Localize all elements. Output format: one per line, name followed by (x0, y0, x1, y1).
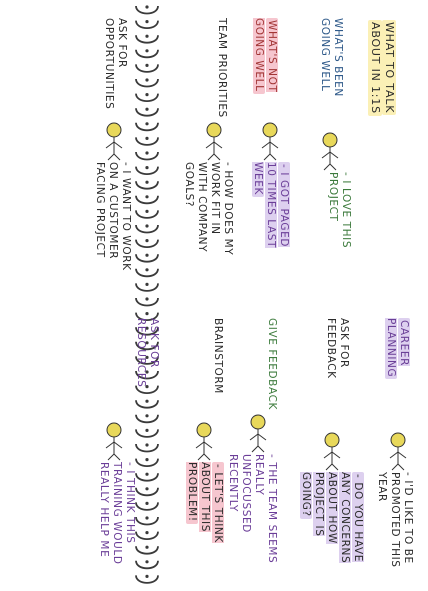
spiral-hole (145, 545, 149, 549)
spiral-hole (145, 516, 149, 520)
spiral-hole (145, 122, 149, 126)
rotated-sheet: What to talk about in 1:1s What's been g… (0, 0, 428, 591)
label-ask-opportunities-visible: Ask for opportunities (103, 18, 128, 110)
spiral-hole (145, 78, 149, 82)
quote-give-feedback: - The team seems really unfocussed recen… (227, 454, 278, 564)
stick-figure-happy-icon (105, 422, 123, 461)
stick-figure-neutral-icon (205, 122, 223, 161)
spiral-hole (145, 20, 149, 24)
spiral-hole (145, 443, 149, 447)
spiral-binding-icon (135, 5, 159, 584)
quote-career-planning: - I'd like to be promoted this year (376, 472, 414, 568)
label-give-feedback: Give feedback (266, 318, 278, 410)
spiral-hole (145, 136, 149, 140)
stick-figure-concerned-icon (249, 414, 267, 453)
spiral-hole (145, 560, 149, 564)
label-team-priorities: Team priorities (216, 18, 228, 118)
page-title: What to talk about in 1:1s (368, 20, 410, 116)
title-line-1: What to talk (382, 20, 396, 116)
spiral-hole (145, 107, 149, 111)
spiral-hole (145, 428, 149, 432)
stick-figure-ambitious-icon (389, 432, 407, 471)
label-going-well: What's been going well (319, 18, 344, 97)
spiral-hole (145, 472, 149, 476)
spiral-hole (145, 501, 149, 505)
label-ask-feedback: Ask for feedback (325, 318, 350, 379)
label-not-going-well: What's not going well (252, 18, 278, 118)
spiral-hole (145, 166, 149, 170)
quote-not-going-well: - I got paged 10 times last week (251, 162, 290, 262)
quote-ask-feedback: - Do you have any concerns about how pro… (299, 472, 364, 584)
quote-going-well: - I love this project (327, 172, 352, 249)
spiral-hole (145, 93, 149, 97)
spiral-hole (145, 5, 149, 9)
stick-figure-asking-icon (323, 432, 341, 471)
stick-figure-thinking-icon (195, 422, 213, 461)
label-ask-resources: Ask for resources (135, 318, 160, 388)
spiral-hole (145, 297, 149, 301)
spiral-hole (145, 253, 149, 257)
spiral-hole (145, 180, 149, 184)
spiral-hole (145, 224, 149, 228)
notebook-page: What to talk about in 1:1s What's been g… (0, 0, 428, 591)
label-career-planning-text: Career planning (385, 318, 410, 380)
label-brainstorm: Brainstorm (212, 318, 224, 394)
spiral-hole (145, 151, 149, 155)
spiral-hole (145, 34, 149, 38)
spiral-hole (145, 458, 149, 462)
quote-not-going-well-text: - I got paged 10 times last week (252, 162, 290, 249)
quote-team-priorities: - How does my work fit in with company g… (183, 162, 234, 256)
quote-ask-opportunities: - I want to work on a customer facing pr… (94, 162, 132, 271)
spiral-hole (145, 209, 149, 213)
spiral-hole (145, 49, 149, 53)
quote-ask-resources: - I think this training would really hel… (98, 462, 136, 565)
stick-figure-hopeful-icon (105, 122, 123, 161)
quote-brainstorm: - Let's think about this problem! (185, 462, 224, 572)
stick-figure-sad-icon (261, 122, 279, 161)
stick-figure-smile-icon (321, 132, 339, 171)
spiral-hole (145, 195, 149, 199)
spiral-hole (145, 239, 149, 243)
label-career-planning: Career planning (384, 318, 410, 428)
spiral-hole (145, 487, 149, 491)
spiral-hole (145, 282, 149, 286)
spiral-hole (145, 531, 149, 535)
title-line-2: about in 1:1s (368, 20, 382, 116)
spiral-hole (145, 574, 149, 579)
spiral-hole (145, 63, 149, 68)
label-not-going-well-text: What's not going well (253, 18, 278, 94)
spiral-hole (145, 268, 149, 272)
quote-brainstorm-text: - Let's think about this problem! (186, 462, 224, 543)
quote-ask-feedback-text: - Do you have any concerns about how pro… (300, 472, 364, 564)
spiral-hole (145, 312, 149, 316)
